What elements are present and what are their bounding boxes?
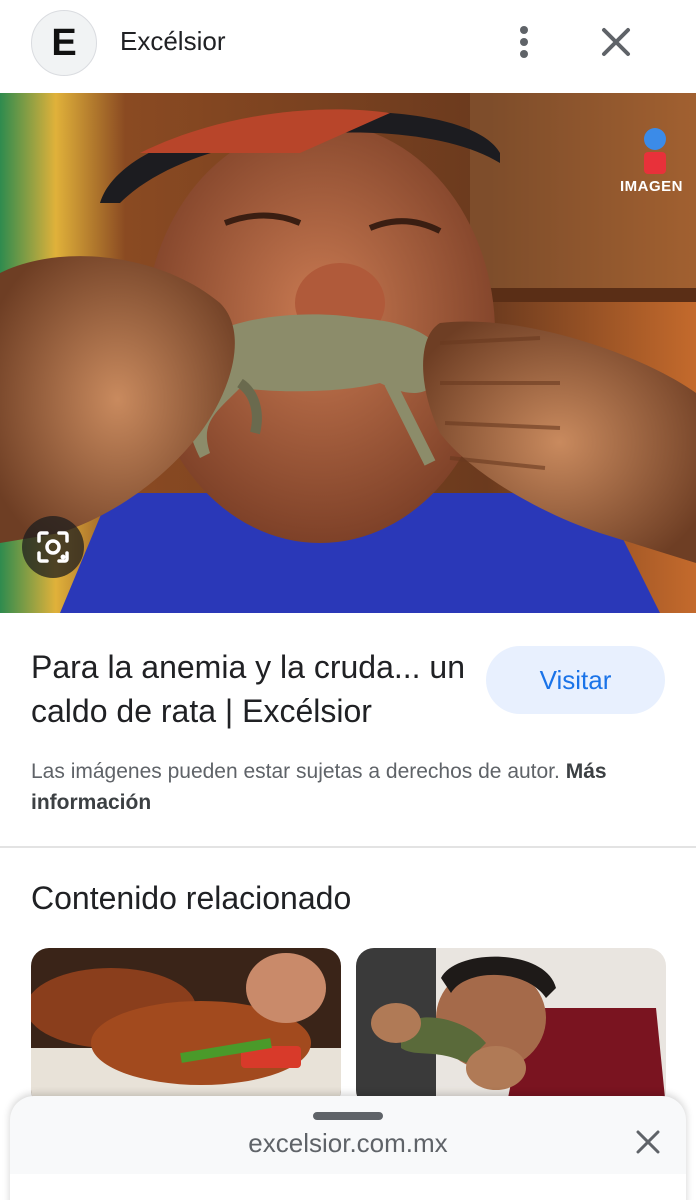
related-thumbnail[interactable] — [31, 948, 341, 1108]
visit-button[interactable]: Visitar — [486, 646, 665, 714]
watermark-square — [644, 152, 666, 174]
watermark-dot — [644, 128, 666, 150]
google-lens-icon[interactable] — [22, 516, 84, 578]
site-name[interactable]: Excélsior — [120, 26, 225, 57]
copyright-text: Las imágenes pueden estar sujetas a dere… — [31, 760, 560, 783]
related-heading: Contenido relacionado — [31, 880, 352, 916]
result-image-illustration — [0, 93, 696, 613]
site-logo-letter: E — [51, 21, 77, 64]
image-watermark: IMAGEN — [620, 178, 683, 195]
site-header: E Excélsior — [0, 0, 696, 92]
section-divider — [0, 846, 696, 848]
drag-handle[interactable] — [313, 1112, 383, 1120]
result-title[interactable]: Para la anemia y la cruda... un caldo de… — [31, 645, 471, 733]
related-thumbnail[interactable] — [356, 948, 666, 1108]
more-vert-icon[interactable] — [506, 20, 542, 64]
related-thumbnail-image — [356, 948, 666, 1108]
sheet-content-area — [10, 1174, 686, 1200]
close-icon[interactable] — [632, 1126, 664, 1158]
result-image[interactable] — [0, 93, 696, 613]
site-logo[interactable]: E — [31, 10, 97, 76]
close-icon[interactable] — [596, 22, 636, 62]
url-text[interactable]: excelsior.com.mx — [10, 1128, 686, 1159]
related-thumbnail-image — [31, 948, 341, 1108]
url-bottom-sheet[interactable]: excelsior.com.mx — [10, 1096, 686, 1200]
copyright-notice: Las imágenes pueden estar sujetas a dere… — [31, 756, 681, 818]
lens-glyph — [37, 531, 69, 563]
